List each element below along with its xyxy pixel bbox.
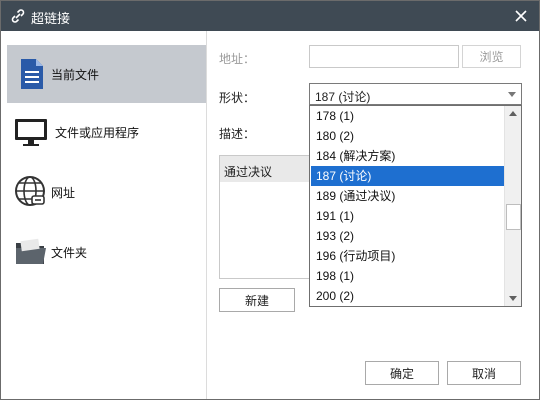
scroll-up-button[interactable] bbox=[505, 106, 521, 122]
close-icon[interactable] bbox=[511, 6, 531, 26]
dropdown-option[interactable]: 193 (2) bbox=[311, 226, 504, 246]
description-list[interactable]: 通过决议 bbox=[219, 155, 317, 279]
new-button[interactable]: 新建 bbox=[219, 288, 295, 312]
dropdown-option[interactable]: 178 (1) bbox=[311, 106, 504, 126]
ok-button[interactable]: 确定 bbox=[365, 361, 439, 385]
cancel-button[interactable]: 取消 bbox=[447, 361, 521, 385]
dropdown-option[interactable]: 200 (2) bbox=[311, 286, 504, 306]
globe-icon bbox=[15, 176, 45, 206]
sidebar-item-label: 文件夹 bbox=[51, 246, 88, 260]
shape-dropdown-list: 178 (1) 180 (2) 184 (解决方案) 187 (讨论) 189 … bbox=[309, 105, 522, 307]
scroll-down-button[interactable] bbox=[505, 290, 521, 306]
chevron-up-icon bbox=[509, 111, 517, 116]
chevron-down-icon[interactable] bbox=[508, 92, 516, 97]
sidebar-item-current-file[interactable]: 当前文件 bbox=[7, 45, 206, 103]
document-icon bbox=[21, 59, 43, 89]
dropdown-option[interactable]: 196 (行动项目) bbox=[311, 246, 504, 266]
dropdown-option[interactable]: 198 (1) bbox=[311, 266, 504, 286]
monitor-icon bbox=[15, 119, 47, 146]
dropdown-option[interactable]: 184 (解决方案) bbox=[311, 146, 504, 166]
scrollbar-thumb[interactable] bbox=[506, 204, 521, 230]
hyperlink-dialog: 超链接 当前文件 文件或应用程序 网址 文件夹 地址： 浏览 形状： 187 (… bbox=[0, 0, 540, 400]
dropdown-option[interactable]: 180 (2) bbox=[311, 126, 504, 146]
address-label: 地址： bbox=[219, 52, 256, 66]
shape-select-value: 187 (讨论) bbox=[315, 90, 371, 104]
sidebar-item-label: 当前文件 bbox=[51, 68, 100, 82]
chevron-down-icon bbox=[509, 296, 517, 301]
shape-label: 形状： bbox=[219, 91, 256, 105]
sidebar-item-label: 文件或应用程序 bbox=[55, 126, 140, 140]
sidebar-item-web-address[interactable]: 网址 bbox=[7, 163, 206, 221]
sidebar-item-folder[interactable]: 文件夹 bbox=[7, 223, 206, 281]
description-label: 描述： bbox=[219, 127, 256, 141]
title-bar: 超链接 bbox=[1, 1, 539, 31]
browse-button[interactable]: 浏览 bbox=[462, 45, 521, 68]
dropdown-option[interactable]: 189 (通过决议) bbox=[311, 186, 504, 206]
dialog-title: 超链接 bbox=[31, 11, 71, 26]
dropdown-option[interactable]: 191 (1) bbox=[311, 206, 504, 226]
link-icon bbox=[11, 9, 25, 23]
sidebar-item-file-or-app[interactable]: 文件或应用程序 bbox=[7, 103, 206, 161]
description-value: 通过决议 bbox=[224, 165, 273, 179]
dropdown-option-selected[interactable]: 187 (讨论) bbox=[311, 166, 504, 186]
link-type-sidebar: 当前文件 文件或应用程序 网址 文件夹 bbox=[1, 31, 207, 399]
shape-select[interactable]: 187 (讨论) bbox=[309, 83, 522, 105]
dropdown-scrollbar[interactable] bbox=[504, 106, 521, 306]
sidebar-item-label: 网址 bbox=[51, 186, 76, 200]
folder-icon bbox=[16, 238, 46, 264]
address-input[interactable] bbox=[309, 45, 459, 68]
